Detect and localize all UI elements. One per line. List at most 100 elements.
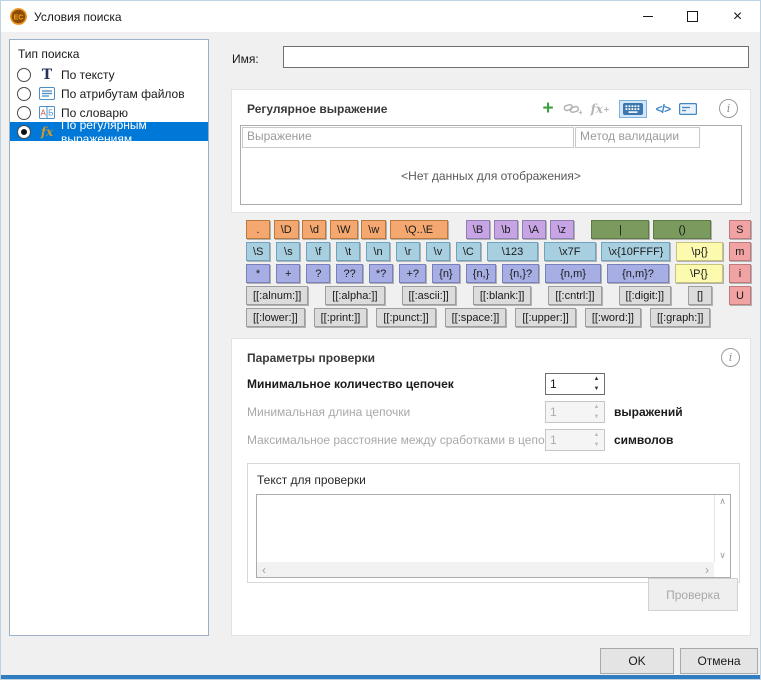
regex-token-button[interactable]: +? [399,264,426,283]
scroll-up-icon[interactable]: ∧ [719,497,726,506]
add-icon[interactable]: + [543,102,554,116]
close-button[interactable]: × [715,1,760,32]
svg-text:EC: EC [14,14,24,21]
sidebar-item[interactable]: По атрибутам файлов [10,84,208,103]
number-spinner: 1▲▼ [545,401,605,423]
code-view-icon[interactable]: </> [656,102,670,116]
regex-token-button[interactable]: {n} [432,264,459,283]
regex-token-button[interactable]: \v [426,242,450,261]
info-icon[interactable]: i [721,348,740,367]
check-params-panel: Параметры проверки i Минимальное количес… [231,338,751,636]
regex-token-button[interactable]: ?? [336,264,362,283]
horizontal-scrollbar[interactable]: ‹ › [257,562,714,577]
scroll-down-icon[interactable]: ∨ [719,551,726,560]
regex-token-button[interactable]: \z [550,220,574,239]
regex-token-button[interactable]: [[:upper:]] [515,308,575,327]
regex-token-button[interactable]: [[:blank:]] [473,286,532,305]
regex-token-button[interactable]: \W [330,220,357,239]
regex-token-button[interactable]: [] [688,286,712,305]
regex-token-button[interactable]: \P{} [675,264,723,283]
minimize-button[interactable] [625,1,670,32]
regex-token-button[interactable]: {n,}? [502,264,539,283]
regex-token-button[interactable]: [[:space:]] [445,308,507,327]
regex-toolbar: + + fx+ [543,100,698,118]
name-input[interactable] [283,46,749,68]
regex-token-button[interactable]: * [246,264,270,283]
regex-token-button[interactable]: \C [456,242,481,261]
radio-icon[interactable] [17,125,31,139]
regex-token-button[interactable]: \n [366,242,390,261]
regex-token-button[interactable]: [[:word:]] [585,308,641,327]
regex-token-button[interactable]: {n,m} [545,264,601,283]
text-field-icon[interactable] [679,103,697,115]
regex-token-button[interactable]: \w [361,220,386,239]
regex-token-button[interactable]: [[:punct:]] [376,308,435,327]
cancel-button[interactable]: Отмена [680,648,758,674]
table-empty-text: <Нет данных для отображения> [241,148,741,204]
svg-text:A: A [41,109,47,118]
regex-token-button[interactable]: U [729,286,751,305]
regex-token-button[interactable]: \Q..\E [390,220,448,239]
scroll-left-icon[interactable]: ‹ [262,564,266,576]
column-header-validation[interactable]: Метод валидации [575,127,700,148]
regex-token-button[interactable]: i [729,264,751,283]
regex-token-button[interactable]: [[:alnum:]] [246,286,308,305]
radio-icon[interactable] [17,68,31,82]
regex-token-button[interactable]: [[:digit:]] [619,286,672,305]
maximize-button[interactable] [670,1,715,32]
regex-token-button[interactable]: . [246,220,270,239]
test-text-input[interactable]: ∧ ∨ ‹ › [256,494,731,578]
regex-token-button[interactable]: \r [396,242,420,261]
regex-token-button[interactable]: \f [306,242,330,261]
param-label: Минимальная длина цепочки [247,405,545,419]
sidebar-item[interactable]: TПо тексту [10,65,208,84]
regex-token-button[interactable]: \S [246,242,270,261]
test-text-label: Текст для проверки [257,473,366,487]
regex-token-button[interactable]: ? [306,264,330,283]
expression-table: Выражение Метод валидации <Нет данных дл… [240,125,742,205]
regex-token-button[interactable]: | [591,220,649,239]
number-spinner[interactable]: 1▲▼ [545,373,605,395]
spinner-down-icon[interactable]: ▼ [589,384,604,394]
regex-token-button[interactable]: \x{10FFFF} [601,242,670,261]
param-label: Максимальное расстояние между сработками… [247,433,545,447]
regex-token-button[interactable]: [[:graph:]] [650,308,710,327]
minimize-icon [643,16,653,17]
regex-token-button[interactable]: {n,m}? [607,264,669,283]
regex-token-button[interactable]: \s [276,242,300,261]
regex-token-button[interactable]: [[:print:]] [314,308,368,327]
regex-token-button[interactable]: S [729,220,751,239]
regex-token-button[interactable]: [[:alpha:]] [325,286,384,305]
regex-token-button[interactable]: \b [494,220,518,239]
scroll-right-icon[interactable]: › [705,564,709,576]
regex-token-button[interactable]: [[:ascii:]] [402,286,456,305]
regex-token-button[interactable]: [[:lower:]] [246,308,305,327]
vertical-scrollbar[interactable]: ∧ ∨ [714,495,730,562]
regex-token-button[interactable]: m [729,242,751,261]
dictionary-icon: AБ [37,106,57,119]
regex-token-button[interactable]: [[:cntrl:]] [548,286,601,305]
spinner-up-icon[interactable]: ▲ [589,374,604,384]
ok-button[interactable]: OK [600,648,674,674]
regex-token-button[interactable]: \D [274,220,299,239]
radio-icon[interactable] [17,106,31,120]
spinner-value: 1 [546,374,589,394]
regex-token-button[interactable]: \A [522,220,546,239]
regex-token-button[interactable]: \x7F [544,242,595,261]
regex-token-button[interactable]: {n,} [466,264,497,283]
dialog-window: EC Условия поиска × Тип поиска TПо текст… [0,0,761,680]
regex-token-button[interactable]: \p{} [676,242,723,261]
keyboard-icon[interactable] [619,100,647,118]
info-icon[interactable]: i [719,99,738,118]
regex-token-button[interactable]: \123 [487,242,538,261]
regex-token-button[interactable]: \t [336,242,360,261]
radio-icon[interactable] [17,87,31,101]
sidebar-item[interactable]: fxПо регулярным выражениям [10,122,208,141]
search-type-title: Тип поиска [18,47,208,61]
column-header-expression[interactable]: Выражение [242,127,574,148]
regex-token-button[interactable]: *? [369,264,393,283]
regex-token-button[interactable]: + [276,264,300,283]
regex-token-button[interactable]: \B [466,220,490,239]
regex-token-button[interactable]: \d [302,220,326,239]
regex-token-button[interactable]: () [653,220,711,239]
